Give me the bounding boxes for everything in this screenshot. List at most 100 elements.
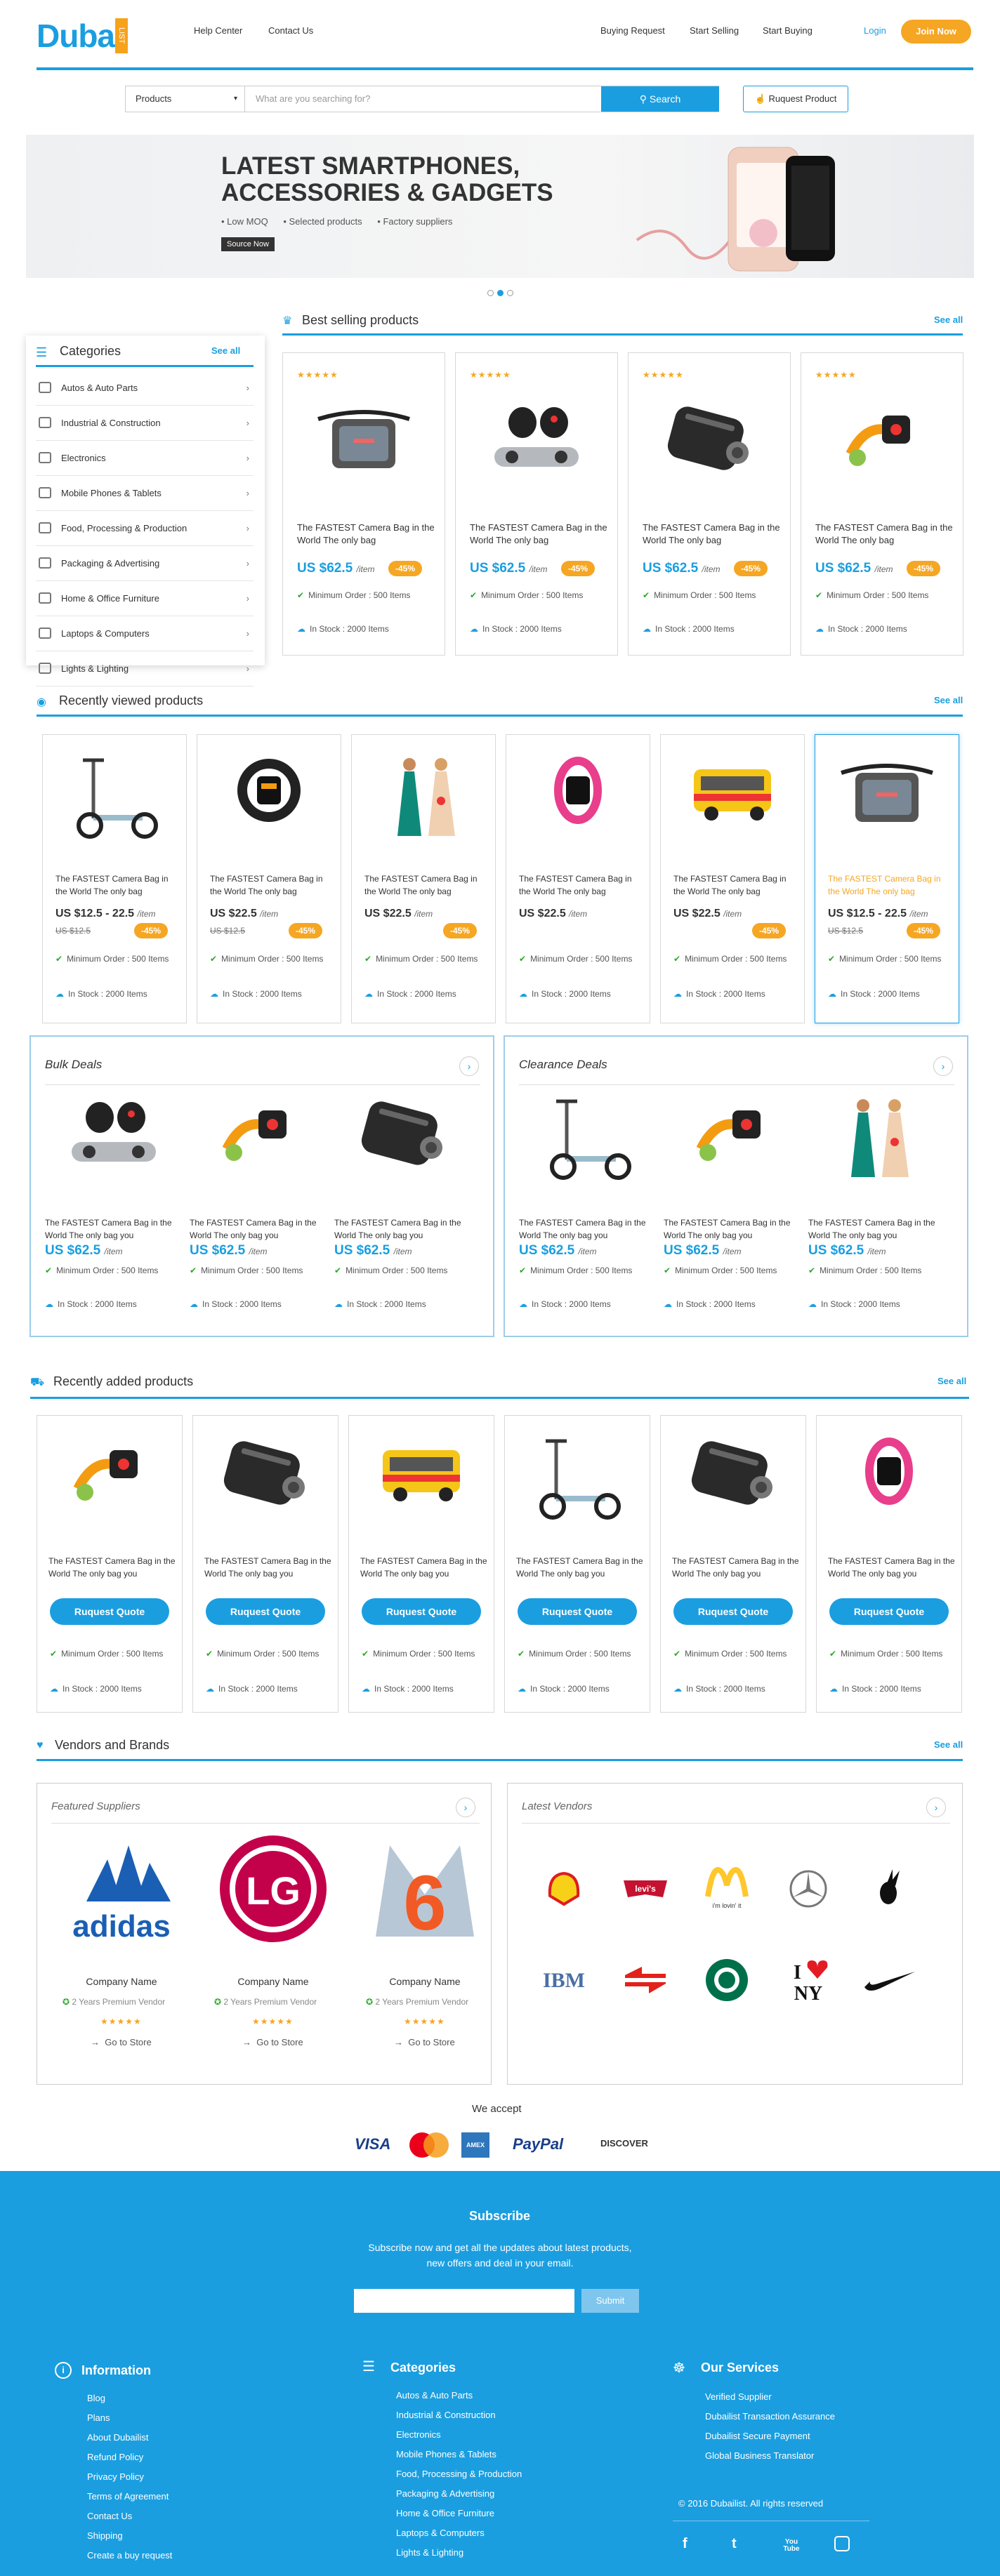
nav-start-buying[interactable]: Start Buying: [763, 25, 813, 36]
footer-link[interactable]: Create a buy request: [87, 2550, 172, 2561]
starbucks-logo[interactable]: [704, 1958, 749, 2003]
footer-link[interactable]: Autos & Auto Parts: [396, 2390, 473, 2401]
footer-link[interactable]: Lights & Lighting: [396, 2547, 463, 2558]
product-image[interactable]: [61, 1093, 166, 1172]
request-quote-button[interactable]: Ruquest Quote: [518, 1598, 637, 1625]
category-item[interactable]: Industrial & Construction ›: [36, 406, 254, 441]
search-category-select[interactable]: Products ▾: [126, 86, 245, 112]
deal-item[interactable]: The FASTEST Camera Bag in the World The …: [190, 1093, 327, 1332]
product-image[interactable]: [62, 752, 167, 845]
product-card[interactable]: The FASTEST Camera Bag in the World The …: [37, 1415, 183, 1713]
instagram-icon[interactable]: [834, 2536, 850, 2551]
levis-logo[interactable]: levi's: [621, 1875, 670, 1903]
request-quote-button[interactable]: Ruquest Quote: [50, 1598, 169, 1625]
category-item[interactable]: Mobile Phones & Tablets ›: [36, 476, 254, 511]
mcdonalds-logo[interactable]: i'm lovin' it: [702, 1864, 751, 1913]
site-logo[interactable]: Duba LIST: [37, 8, 135, 62]
product-card[interactable]: ★★★★★ The FASTEST Camera Bag in the Worl…: [628, 352, 791, 656]
deal-item[interactable]: The FASTEST Camera Bag in the World The …: [334, 1093, 472, 1332]
footer-link[interactable]: Global Business Translator: [705, 2450, 814, 2461]
go-to-store-link[interactable]: → Go to Store: [394, 2036, 455, 2049]
vendor-logo-tile[interactable]: [692, 1952, 762, 2008]
go-to-store-link[interactable]: → Go to Store: [91, 2036, 152, 2049]
footer-link[interactable]: Electronics: [396, 2429, 441, 2440]
category-item[interactable]: Packaging & Advertising ›: [36, 546, 254, 581]
product-card[interactable]: The FASTEST Camera Bag in the World The …: [660, 1415, 806, 1713]
deal-item[interactable]: The FASTEST Camera Bag in the World The …: [519, 1093, 657, 1332]
i-love-ny-logo[interactable]: INY: [784, 1958, 833, 2003]
footer-link[interactable]: Food, Processing & Production: [396, 2469, 522, 2479]
product-card[interactable]: The FASTEST Camera Bag in the World The …: [197, 734, 341, 1023]
category-item[interactable]: Home & Office Furniture ›: [36, 581, 254, 616]
chevron-right-icon[interactable]: ›: [926, 1798, 946, 1817]
product-image[interactable]: [680, 1433, 786, 1512]
chevron-right-icon[interactable]: ›: [933, 1056, 953, 1076]
playboy-logo[interactable]: [869, 1868, 911, 1910]
featured-supplier[interactable]: 6 Company Name ✪ 2 Years Premium Vendor …: [355, 1831, 495, 2077]
product-image[interactable]: [657, 398, 762, 477]
request-quote-button[interactable]: Ruquest Quote: [829, 1598, 949, 1625]
youtube-icon[interactable]: You Tube: [781, 2539, 802, 2553]
category-item[interactable]: Electronics ›: [36, 441, 254, 476]
product-card[interactable]: ★★★★★ The FASTEST Camera Bag in the Worl…: [282, 352, 445, 656]
product-image[interactable]: [371, 752, 476, 845]
subscribe-email-input[interactable]: [354, 2289, 574, 2313]
deal-item[interactable]: The FASTEST Camera Bag in the World The …: [45, 1093, 183, 1332]
best-selling-see-all[interactable]: See all: [934, 314, 963, 325]
footer-link[interactable]: Mobile Phones & Tablets: [396, 2449, 496, 2459]
product-card[interactable]: ★★★★★ The FASTEST Camera Bag in the Worl…: [801, 352, 963, 656]
product-image[interactable]: [484, 398, 589, 477]
recently-added-see-all[interactable]: See all: [938, 1376, 966, 1386]
subscribe-submit-button[interactable]: Submit: [581, 2289, 639, 2313]
footer-link[interactable]: Terms of Agreement: [87, 2491, 169, 2502]
product-image[interactable]: [680, 1093, 785, 1172]
facebook-icon[interactable]: f: [683, 2536, 688, 2552]
slide-dot-active[interactable]: [497, 290, 504, 296]
product-image[interactable]: [824, 1093, 930, 1186]
join-now-button[interactable]: Join Now: [901, 20, 971, 44]
product-card[interactable]: The FASTEST Camera Bag in the World The …: [660, 734, 805, 1023]
product-image[interactable]: [206, 1093, 311, 1172]
go-to-store-link[interactable]: → Go to Store: [242, 2036, 303, 2049]
footer-link[interactable]: About Dubailist: [87, 2432, 148, 2443]
vendor-logo-tile[interactable]: I NY: [773, 1952, 843, 2008]
nav-contact-us[interactable]: Contact Us: [268, 25, 313, 36]
product-image[interactable]: [525, 1433, 630, 1526]
footer-link[interactable]: Verified Supplier: [705, 2391, 772, 2402]
supplier-logo[interactable]: adidas: [58, 1831, 185, 1953]
product-image[interactable]: [216, 752, 322, 831]
vendor-logo-tile[interactable]: [773, 1861, 843, 1917]
vendor-logo-tile[interactable]: [610, 1952, 680, 2008]
supplier-logo[interactable]: LG: [210, 1831, 336, 1953]
recently-viewed-see-all[interactable]: See all: [934, 695, 963, 705]
nav-buying-request[interactable]: Buying Request: [600, 25, 665, 36]
request-quote-button[interactable]: Ruquest Quote: [673, 1598, 793, 1625]
vendor-logo-tile[interactable]: levi's: [610, 1861, 680, 1917]
footer-link[interactable]: Plans: [87, 2412, 110, 2423]
deal-item[interactable]: The FASTEST Camera Bag in the World The …: [808, 1093, 946, 1332]
footer-link[interactable]: Industrial & Construction: [396, 2410, 496, 2420]
twitter-icon[interactable]: t: [732, 2536, 737, 2552]
chevron-right-icon[interactable]: ›: [456, 1798, 475, 1817]
product-card[interactable]: The FASTEST Camera Bag in the World The …: [348, 1415, 494, 1713]
slide-dot[interactable]: [507, 290, 513, 296]
featured-supplier[interactable]: adidas Company Name ✪ 2 Years Premium Ve…: [51, 1831, 192, 2077]
product-card[interactable]: The FASTEST Camera Bag in the World The …: [42, 734, 187, 1023]
login-link[interactable]: Login: [864, 25, 886, 36]
categories-see-all[interactable]: See all: [211, 345, 240, 356]
product-image[interactable]: [834, 752, 940, 831]
slide-dot[interactable]: [487, 290, 494, 296]
vendor-logo-tile[interactable]: i'm lovin' it: [692, 1861, 762, 1917]
vendor-logo-tile[interactable]: IBM: [529, 1952, 599, 2008]
product-image[interactable]: [525, 752, 631, 831]
shell-logo[interactable]: [543, 1868, 585, 1910]
product-card[interactable]: The FASTEST Camera Bag in the World The …: [506, 734, 650, 1023]
product-card[interactable]: The FASTEST Camera Bag in the World The …: [504, 1415, 650, 1713]
footer-link[interactable]: Blog: [87, 2393, 105, 2403]
british-rail-logo[interactable]: [621, 1963, 670, 1998]
search-button[interactable]: ⚲ Search: [601, 86, 719, 112]
product-card[interactable]: The FASTEST Camera Bag in the World The …: [351, 734, 496, 1023]
footer-link[interactable]: Packaging & Advertising: [396, 2488, 494, 2499]
product-card[interactable]: The FASTEST Camera Bag in the World The …: [816, 1415, 962, 1713]
product-image[interactable]: [535, 1093, 640, 1186]
